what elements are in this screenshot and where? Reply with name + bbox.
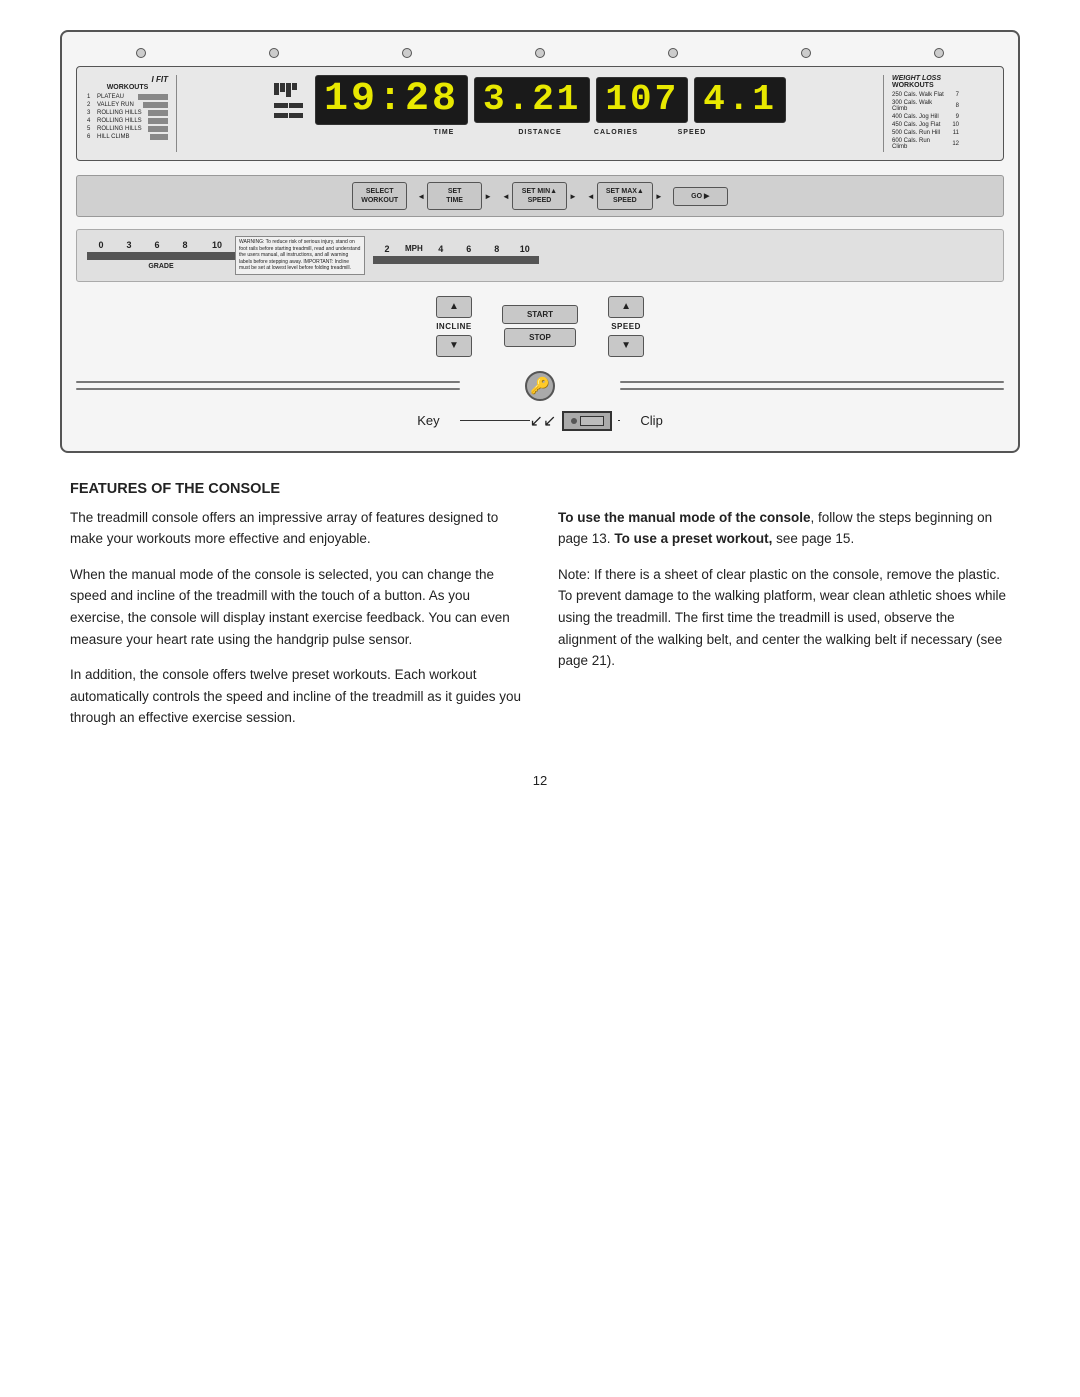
dot-2 bbox=[269, 48, 279, 58]
right-workout-list: WEIGHT LOSS WORKOUTS 250 Cals. Walk Flat… bbox=[883, 75, 993, 152]
calories-display: 107 bbox=[596, 77, 688, 123]
console-diagram: I FIT WORKOUTS 1 PLATEAU 2 VALLEY RUN 3 … bbox=[60, 30, 1020, 453]
set-time-button[interactable]: ◄ SETTIME ► bbox=[417, 182, 492, 210]
two-column-layout: The treadmill console offers an impressi… bbox=[70, 507, 1010, 743]
incline-label: INCLINE bbox=[436, 322, 472, 331]
right-grip-bottom bbox=[620, 388, 1004, 390]
grade-label: GRADE bbox=[148, 263, 173, 270]
left-grip-bottom bbox=[76, 388, 460, 390]
set-max-speed-button[interactable]: ◄ SET MAX▲SPEED ► bbox=[587, 182, 663, 210]
bold-text-2: To use a preset workout, bbox=[614, 531, 772, 546]
incline-down-button[interactable]: ▼ bbox=[436, 335, 472, 357]
left-para-3: In addition, the console offers twelve p… bbox=[70, 664, 522, 729]
center-display: 19:28 3.21 107 4.1 TIME DISTANCE CALORIE… bbox=[185, 75, 875, 152]
key-holder: 🔑 bbox=[480, 371, 600, 401]
distance-display: 3.21 bbox=[474, 77, 590, 123]
ifit-label: I FIT bbox=[87, 75, 168, 84]
speed-gauge: 2 MPH 4 6 8 10 bbox=[373, 244, 539, 266]
workout-item-2: 2 VALLEY RUN bbox=[87, 102, 168, 108]
workout-item-3: 3 ROLLING HILLS bbox=[87, 110, 168, 116]
right-workout-10: 450 Cals. Jog Flat 10 bbox=[892, 122, 993, 128]
big-numbers-row: 19:28 3.21 107 4.1 bbox=[274, 75, 786, 125]
section-heading: FEATURES OF THE CONSOLE bbox=[70, 481, 1010, 497]
button-panel: ▲ INCLINE ▼ START STOP ▲ SPEED ▼ bbox=[76, 296, 1004, 357]
dot-6 bbox=[801, 48, 811, 58]
workout-item-1: 1 PLATEAU bbox=[87, 94, 168, 100]
right-workout-9: 400 Cals. Jog Hill 9 bbox=[892, 114, 993, 120]
top-dots bbox=[76, 48, 1004, 58]
workout-item-6: 6 HILL CLIMB bbox=[87, 134, 168, 140]
start-stop-panel: START STOP bbox=[502, 305, 578, 347]
key-clip-row: Key ↙ ↙ Clip bbox=[76, 411, 1004, 431]
clip-label: Clip bbox=[640, 413, 662, 428]
right-workout-8: 300 Cals. Walk Climb 8 bbox=[892, 100, 993, 112]
display-labels: TIME DISTANCE CALORIES SPEED bbox=[333, 129, 727, 136]
weight-loss-label: WEIGHT LOSS bbox=[892, 75, 993, 82]
speed-display: 4.1 bbox=[694, 77, 786, 123]
set-min-speed-button[interactable]: ◄ SET MIN▲SPEED ► bbox=[502, 182, 577, 210]
right-workouts-label: WORKOUTS bbox=[892, 82, 993, 89]
calories-label: CALORIES bbox=[581, 129, 651, 136]
dot-5 bbox=[668, 48, 678, 58]
right-workout-11: 500 Cals. Run Hill 11 bbox=[892, 130, 993, 136]
time-label: TIME bbox=[389, 129, 499, 136]
right-grip-top bbox=[620, 381, 1004, 383]
workout-item-5: 5 ROLLING HILLS bbox=[87, 126, 168, 132]
dot-7 bbox=[934, 48, 944, 58]
dot-4 bbox=[535, 48, 545, 58]
text-content: FEATURES OF THE CONSOLE The treadmill co… bbox=[60, 481, 1020, 743]
main-display-area: I FIT WORKOUTS 1 PLATEAU 2 VALLEY RUN 3 … bbox=[76, 66, 1004, 161]
right-column: To use the manual mode of the console, f… bbox=[558, 507, 1010, 743]
left-column: The treadmill console offers an impressi… bbox=[70, 507, 522, 743]
grip-area: 🔑 bbox=[76, 371, 1004, 401]
time-display: 19:28 bbox=[315, 75, 468, 125]
left-para-1: The treadmill console offers an impressi… bbox=[70, 507, 522, 550]
warning-box: WARNING: To reduce risk of serious injur… bbox=[235, 236, 365, 275]
select-workout-button[interactable]: SELECTWORKOUT bbox=[352, 182, 407, 210]
dot-1 bbox=[136, 48, 146, 58]
go-button[interactable]: GO ▶ bbox=[673, 187, 728, 206]
workout-item-4: 4 ROLLING HILLS bbox=[87, 118, 168, 124]
speed-label: SPEED bbox=[657, 129, 727, 136]
right-workout-7: 250 Cals. Walk Flat 7 bbox=[892, 92, 993, 98]
speed-up-button[interactable]: ▲ bbox=[608, 296, 644, 318]
distance-label: DISTANCE bbox=[505, 129, 575, 136]
speed-label: SPEED bbox=[611, 322, 641, 331]
right-para-2: Note: If there is a sheet of clear plast… bbox=[558, 564, 1010, 672]
grade-gauge: 0 3 6 8 10 GRADE bbox=[87, 240, 235, 270]
mph-label: MPH bbox=[405, 244, 423, 254]
page-number: 12 bbox=[60, 773, 1020, 788]
incline-control: ▲ INCLINE ▼ bbox=[436, 296, 472, 357]
left-para-2: When the manual mode of the console is s… bbox=[70, 564, 522, 650]
speed-down-button[interactable]: ▼ bbox=[608, 335, 644, 357]
gauge-row: 0 3 6 8 10 GRADE WARNING: To reduce risk… bbox=[76, 229, 1004, 282]
graph-indicator bbox=[274, 83, 303, 118]
key-icon: 🔑 bbox=[525, 371, 555, 401]
left-workouts-label: WORKOUTS bbox=[87, 84, 168, 91]
bold-text-1: To use the manual mode of the console bbox=[558, 510, 811, 525]
stop-button[interactable]: STOP bbox=[504, 328, 576, 347]
start-button[interactable]: START bbox=[502, 305, 578, 324]
right-para-1: To use the manual mode of the console, f… bbox=[558, 507, 1010, 550]
left-grip-top bbox=[76, 381, 460, 383]
clip-connector bbox=[562, 411, 612, 431]
controls-row: SELECTWORKOUT ◄ SETTIME ► ◄ SET MIN▲SPEE… bbox=[76, 175, 1004, 217]
left-workout-list: I FIT WORKOUTS 1 PLATEAU 2 VALLEY RUN 3 … bbox=[87, 75, 177, 152]
speed-control: ▲ SPEED ▼ bbox=[608, 296, 644, 357]
dot-3 bbox=[402, 48, 412, 58]
right-workout-12: 600 Cals. Run Climb 12 bbox=[892, 138, 993, 150]
incline-up-button[interactable]: ▲ bbox=[436, 296, 472, 318]
key-label: Key bbox=[417, 413, 439, 428]
page: I FIT WORKOUTS 1 PLATEAU 2 VALLEY RUN 3 … bbox=[0, 0, 1080, 828]
